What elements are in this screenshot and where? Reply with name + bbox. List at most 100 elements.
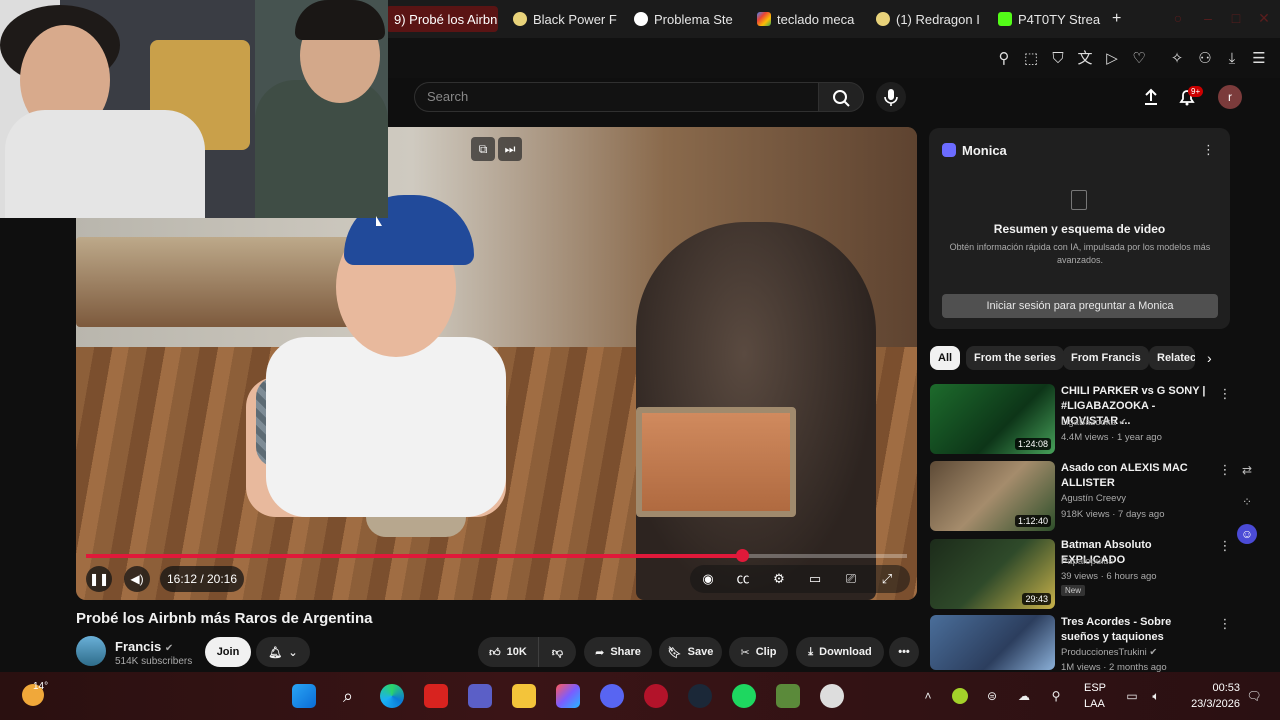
copilot-icon[interactable] [556,684,580,708]
network-icon[interactable]: ▭ [1124,688,1140,704]
tray-vpn-icon[interactable]: ⊜ [984,688,1000,704]
voice-search-button[interactable] [876,82,906,112]
new-tab-button[interactable]: + [1112,6,1128,32]
tray-app-icon[interactable] [952,688,968,704]
subscription-bell-button[interactable]: 🔔︎ ⌄ [256,637,310,667]
spotify-icon[interactable] [732,684,756,708]
dislike-button[interactable]: 👎︎ [538,637,576,667]
share-button[interactable]: ➦ Share [584,637,652,667]
translate-rail-icon[interactable]: ⇄ [1237,460,1257,480]
search-input[interactable]: Search [414,82,818,112]
search-button[interactable] [818,82,864,112]
clip-button[interactable]: ✂ Clip [729,637,788,667]
extensions-icon[interactable]: ✧ [1168,50,1186,68]
progress-bar[interactable] [86,549,907,562]
maximize-icon[interactable]: □ [1228,10,1244,26]
minimize-icon[interactable]: – [1200,10,1216,26]
progress-scrubber[interactable] [735,549,749,562]
file-explorer-icon[interactable] [512,684,536,708]
recommendation-channel[interactable]: Agustín Creevy [1061,493,1126,504]
tab-active-video[interactable]: 9) Probé los Airbn [386,6,498,32]
download-button[interactable]: ⤓ Download [796,637,884,667]
recommendation-channel[interactable]: Papalopulus [1061,556,1113,567]
shield-icon[interactable]: ⛉ [1049,50,1067,68]
fullscreen-button[interactable]: ⤢ [877,569,897,589]
like-button[interactable]: 👍︎ 10K [478,637,538,667]
more-vertical-icon[interactable]: ⋮ [1218,462,1232,478]
monica-more-icon[interactable]: ⋮ [1202,142,1215,158]
screenshot-icon[interactable]: ⬚ [1022,50,1040,68]
recommendation-channel[interactable]: ProduccionesTrukini ✔ [1061,647,1157,658]
teams-icon[interactable] [468,684,492,708]
recommendation-title[interactable]: Tres Acordes - Sobre sueños y taquiones [1061,615,1211,645]
more-vertical-icon[interactable]: ⋮ [1218,386,1232,402]
search-tabs-icon[interactable]: ○ [1170,10,1186,26]
acrobat-icon[interactable] [424,684,448,708]
more-vertical-icon[interactable]: ⋮ [1218,616,1232,632]
miniplayer-button[interactable]: ⧉ [471,137,495,161]
settings-button[interactable]: ⚙ [769,569,789,589]
chip-from-series[interactable]: From the series [966,346,1064,370]
theater-mode-button[interactable]: ▭ [805,569,825,589]
document-icon [1071,190,1087,210]
more-actions-button[interactable]: ••• [889,637,919,667]
chip-related[interactable]: Relatec [1149,346,1195,370]
chevron-right-icon[interactable]: › [1207,350,1212,366]
autoplay-toggle[interactable]: ◉ [698,569,718,589]
recommendation-title[interactable]: Asado con ALEXIS MAC ALLISTER [1061,461,1211,491]
minecraft-icon[interactable] [776,684,800,708]
recommendation-channel[interactable]: LigaBazooka ✔ [1061,417,1127,428]
monica-login-button[interactable]: Iniciar sesión para preguntar a Monica [942,294,1218,318]
channel-name[interactable]: Francis ✔ [115,639,173,654]
profile-icon[interactable]: ⚇ [1196,50,1214,68]
tray-microphone-icon[interactable]: ⚲ [1048,688,1064,704]
join-button[interactable]: Join [205,637,251,667]
tab-problema-steam[interactable]: Problema Ste [634,6,740,32]
download-icon[interactable]: ⤓ [1223,50,1241,68]
recommendation-thumbnail[interactable]: 1:12:40 [930,461,1055,531]
notification-center-icon[interactable]: 🗨︎ [1246,688,1262,704]
taskbar-search-button[interactable]: ⌕ [336,684,360,708]
pause-button[interactable]: ❚❚ [86,566,112,592]
upload-button[interactable] [1140,86,1162,108]
tab-kick-stream[interactable]: P4T0TY Strea [998,6,1102,32]
steam-icon[interactable] [688,684,712,708]
next-video-button[interactable]: ⏭ [498,137,522,161]
input-layout[interactable]: LAA [1084,698,1105,710]
channel-name-text: Francis [115,639,162,654]
close-icon[interactable]: ✕ [1256,10,1272,26]
account-avatar[interactable]: r [1218,85,1242,109]
captions-button[interactable]: ㏄ [733,569,753,589]
pin-icon[interactable]: ⚲ [995,50,1013,68]
translate-icon[interactable]: 文 [1076,50,1094,68]
channel-avatar[interactable] [76,636,106,666]
edge-icon[interactable] [380,684,404,708]
tray-cloud-icon[interactable]: ☁ [1016,688,1032,704]
system-clock[interactable]: 00:53 [1180,682,1240,694]
input-language[interactable]: ESP [1084,682,1106,694]
save-button[interactable]: 🔖︎ Save [659,637,722,667]
start-button[interactable] [292,684,316,708]
recommendation-thumbnail[interactable]: 29:43 [930,539,1055,609]
recommendation-thumbnail[interactable] [930,615,1055,670]
more-vertical-icon[interactable]: ⋮ [1218,538,1232,554]
heart-icon[interactable]: ♡ [1130,50,1148,68]
speaker-icon[interactable]: 🔈︎ [1148,688,1164,704]
system-date[interactable]: 23/3/2026 [1170,698,1240,710]
obs-icon[interactable] [820,684,844,708]
tab-teclado[interactable]: teclado meca [757,6,861,32]
tab-redragon[interactable]: (1) Redragon I [876,6,982,32]
menu-icon[interactable]: ☰ [1250,50,1268,68]
chip-from-francis[interactable]: From Francis [1063,346,1149,370]
apps-rail-icon[interactable]: ⁘ [1237,492,1257,512]
send-icon[interactable]: ▷ [1103,50,1121,68]
recommendation-thumbnail[interactable]: 1:24:08 [930,384,1055,454]
discord-icon[interactable] [600,684,624,708]
opera-gx-icon[interactable] [644,684,668,708]
tray-overflow-icon[interactable]: ˄ [920,688,936,704]
cast-button[interactable]: ⎚ [841,569,861,589]
volume-button[interactable]: ◀) [124,566,150,592]
tab-black-power[interactable]: Black Power F [513,6,619,32]
chip-all[interactable]: All [930,346,961,370]
monica-rail-icon[interactable]: ☺ [1237,524,1257,544]
